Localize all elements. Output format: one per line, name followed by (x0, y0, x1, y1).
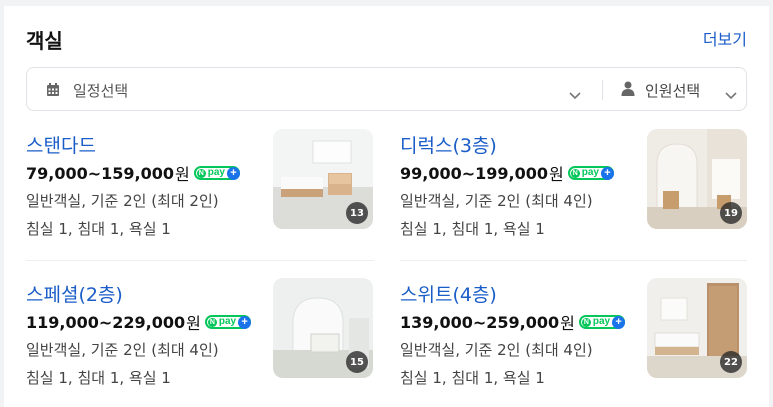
guest-select[interactable]: 인원선택 (603, 68, 747, 110)
chevron-down-icon (569, 85, 581, 104)
room-name[interactable]: 디럭스(3층) (400, 131, 497, 158)
room-name[interactable]: 스탠다드 (26, 131, 96, 158)
price-unit: 원 (186, 314, 201, 333)
room-photo[interactable]: 19 (647, 129, 747, 229)
npay-n-icon: N (207, 317, 217, 327)
price-unit: 원 (175, 165, 190, 184)
room-price-row: 119,000~229,000 원 Npay + (26, 311, 252, 333)
calendar-icon (46, 82, 60, 101)
room-price: 99,000~199,000 (400, 163, 549, 183)
npay-badge: Npay + (578, 315, 626, 329)
photo-count-badge: 22 (720, 351, 742, 373)
npay-badge: Npay + (204, 315, 252, 329)
room-description: 일반객실, 기준 2인 (최대 4인) (400, 341, 593, 359)
room-price: 119,000~229,000 (26, 312, 186, 332)
section-title: 객실 (26, 29, 63, 53)
room-name[interactable]: 스페셜(2층) (26, 280, 123, 307)
npay-n-icon: N (570, 168, 580, 178)
npay-plus-icon: + (238, 315, 252, 329)
room-beds: 침실 1, 침대 1, 욕실 1 (26, 220, 171, 238)
npay-n-icon: N (196, 168, 206, 178)
npay-text: pay (581, 167, 599, 178)
npay-plus-icon: + (601, 166, 614, 180)
price-unit: 원 (560, 314, 575, 333)
npay-text: pay (592, 316, 611, 327)
chevron-down-icon (725, 85, 737, 104)
row-divider (26, 260, 374, 261)
room-price-row: 99,000~199,000 원 Npay + (400, 162, 614, 184)
price-unit: 원 (549, 165, 564, 184)
person-icon (621, 81, 635, 100)
room-description: 일반객실, 기준 2인 (최대 4인) (400, 192, 593, 210)
npay-text: pay (218, 316, 237, 327)
room-beds: 침실 1, 침대 1, 욕실 1 (400, 220, 545, 238)
photo-count-badge: 15 (346, 351, 368, 373)
photo-count-badge: 13 (346, 202, 368, 224)
date-select-label: 일정선택 (73, 82, 129, 100)
room-price-row: 139,000~259,000 원 Npay + (400, 311, 626, 333)
npay-text: pay (207, 167, 225, 178)
rooms-section: 객실 더보기 일정선택 인원선택 스탠다드 79,000~159,000 원 N… (4, 6, 769, 407)
filter-bar: 일정선택 인원선택 (26, 67, 747, 111)
room-description: 일반객실, 기준 2인 (최대 4인) (26, 341, 219, 359)
date-select[interactable]: 일정선택 (27, 68, 601, 110)
room-photo[interactable]: 22 (647, 278, 747, 378)
npay-n-icon: N (581, 317, 591, 327)
row-divider (400, 260, 747, 261)
room-photo[interactable]: 13 (273, 129, 373, 229)
room-beds: 침실 1, 침대 1, 욕실 1 (26, 369, 171, 387)
more-link[interactable]: 더보기 (703, 26, 747, 50)
npay-plus-icon: + (612, 315, 626, 329)
room-description: 일반객실, 기준 2인 (최대 2인) (26, 192, 219, 210)
room-photo[interactable]: 15 (273, 278, 373, 378)
room-price: 79,000~159,000 (26, 163, 175, 183)
npay-badge: Npay + (567, 166, 614, 180)
npay-badge: Npay + (193, 166, 240, 180)
guest-select-label: 인원선택 (645, 82, 701, 100)
room-name[interactable]: 스위트(4층) (400, 280, 497, 307)
photo-count-badge: 19 (720, 202, 742, 224)
room-price-row: 79,000~159,000 원 Npay + (26, 162, 240, 184)
room-beds: 침실 1, 침대 1, 욕실 1 (400, 369, 545, 387)
room-price: 139,000~259,000 (400, 312, 560, 332)
npay-plus-icon: + (227, 166, 240, 180)
